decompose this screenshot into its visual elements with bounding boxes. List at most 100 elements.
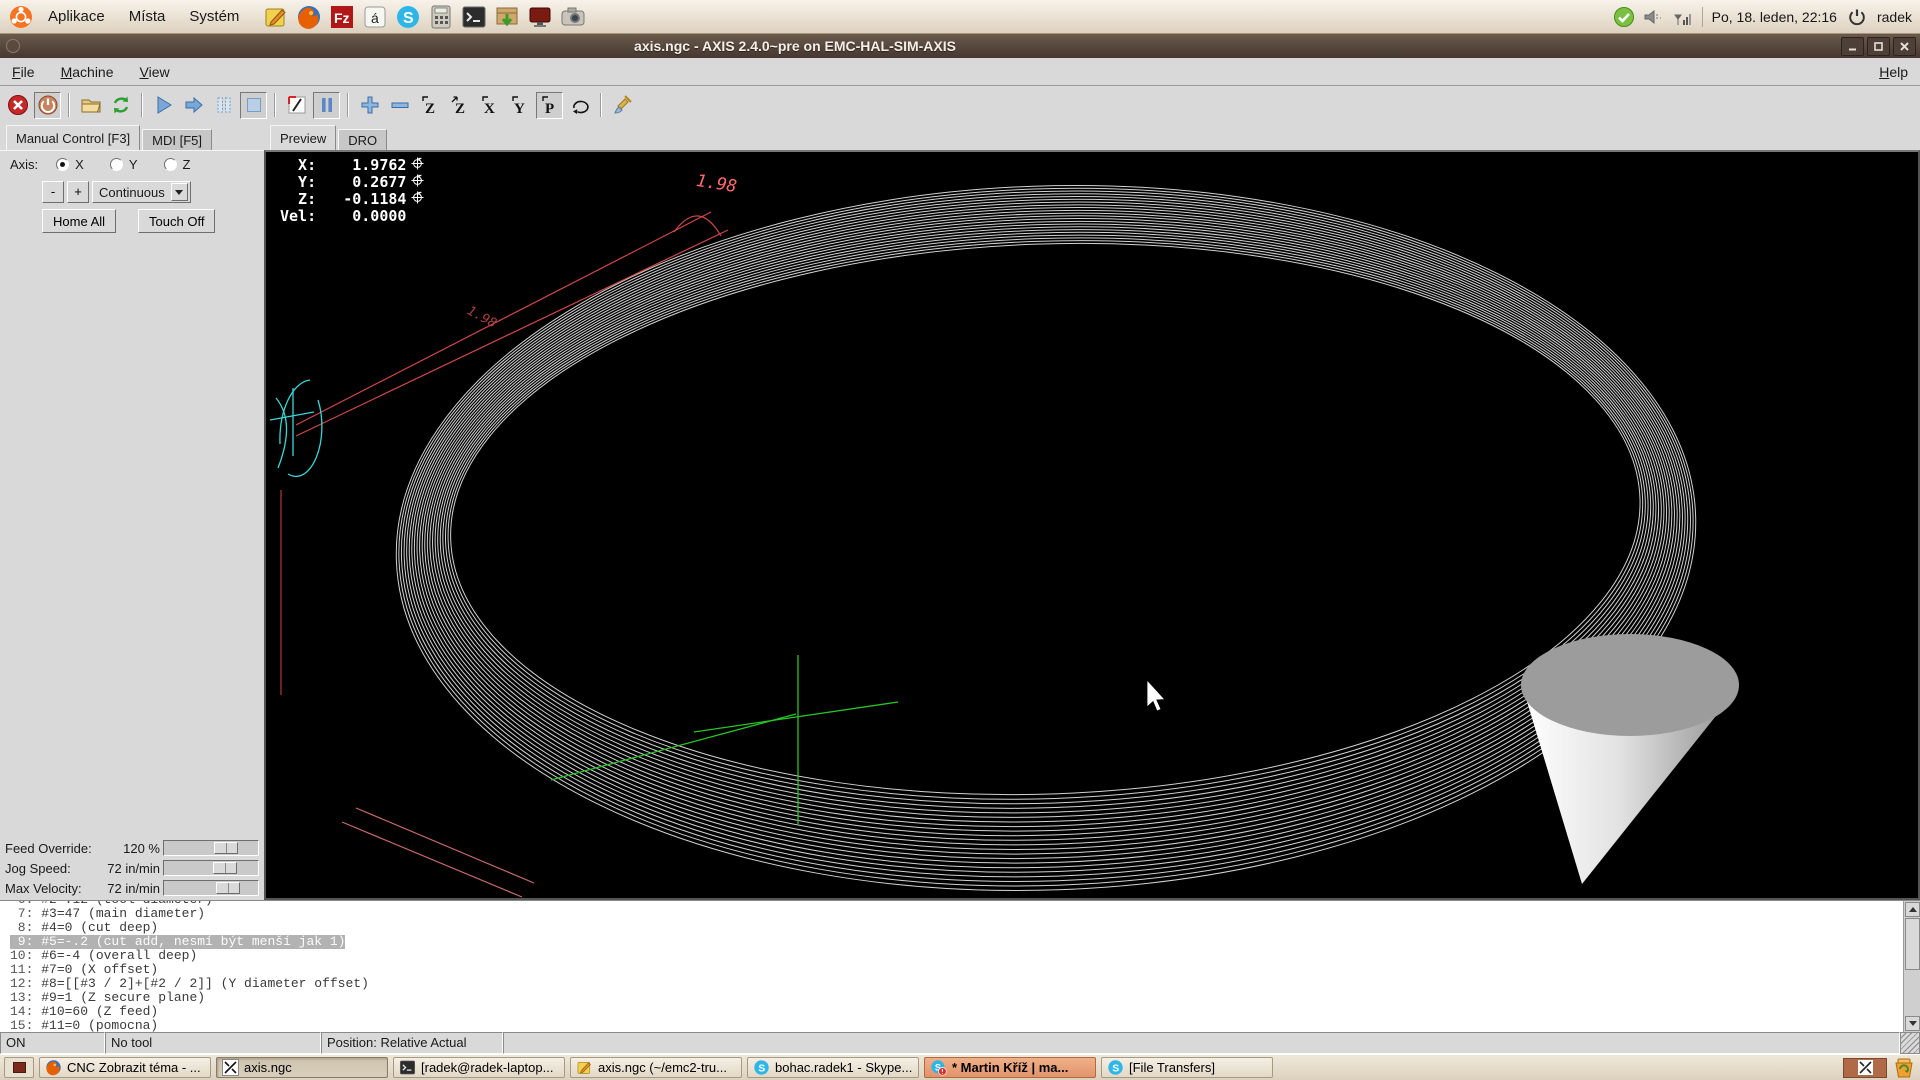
jog-plus-button[interactable]: + — [67, 181, 89, 203]
reload-file-button[interactable] — [107, 92, 134, 119]
machine-power-button[interactable] — [34, 92, 61, 119]
gcode-line[interactable]: 11: #7=0 (X offset) — [10, 963, 158, 977]
maximize-button[interactable] — [1867, 37, 1890, 56]
menu-machine[interactable]: Machine — [61, 64, 114, 80]
gcode-scrollbar[interactable] — [1903, 901, 1920, 1032]
show-desktop-button[interactable] — [4, 1057, 34, 1078]
override-sliders: Feed Override:120 %Jog Speed:72 in/minMa… — [0, 838, 264, 898]
titlebar[interactable]: axis.ngc - AXIS 2.4.0~pre on EMC-HAL-SIM… — [0, 34, 1920, 58]
slider-trough[interactable] — [163, 860, 259, 876]
zoom-out-button[interactable] — [386, 92, 413, 119]
skip-lines-toggle[interactable] — [283, 92, 310, 119]
workspace-switcher[interactable] — [1843, 1058, 1887, 1078]
tab-manual-control-f3[interactable]: Manual Control [F3] — [6, 125, 140, 150]
charmap-icon[interactable]: á — [362, 4, 388, 30]
gnome-menu-places[interactable]: Místa — [119, 4, 176, 29]
update-ok-icon[interactable] — [1613, 6, 1635, 28]
gcode-line[interactable]: 7: #3=47 (main diameter) — [10, 907, 205, 921]
gnome-menu-applications[interactable]: Aplikace — [38, 4, 115, 29]
screenshot-camera-icon[interactable] — [560, 4, 586, 30]
jog-mode-dropdown[interactable]: Continuous — [92, 181, 191, 203]
display-settings-icon[interactable] — [527, 4, 553, 30]
gcode-line[interactable]: 9: #5=-.2 (cut add, nesmí být menší jak … — [10, 935, 345, 949]
side-view-button[interactable]: X — [476, 92, 503, 119]
task-martin-k-ma[interactable]: S* Martin Kříž | ma... — [924, 1057, 1096, 1078]
scrollbar-thumb[interactable] — [1905, 918, 1920, 970]
home-all-button[interactable]: Home All — [42, 209, 116, 233]
slider-trough[interactable] — [163, 880, 259, 896]
slider-handle[interactable] — [216, 882, 240, 894]
pause-program-button[interactable] — [210, 92, 237, 119]
axis-radio-y[interactable]: Y — [110, 157, 138, 172]
stop-program-button[interactable] — [240, 92, 267, 119]
menu-view[interactable]: View — [140, 64, 170, 80]
gedit-icon[interactable] — [263, 4, 289, 30]
network-signal-icon[interactable] — [1671, 6, 1693, 28]
task-bohac-radek1-skype[interactable]: Sbohac.radek1 - Skype... — [747, 1057, 919, 1078]
slider-trough[interactable] — [163, 840, 259, 856]
ubuntu-logo-icon[interactable] — [8, 4, 34, 30]
gcode-line[interactable]: 14: #10=60 (Z feed) — [10, 1005, 158, 1019]
origin-marker — [270, 380, 322, 476]
package-installer-icon[interactable] — [494, 4, 520, 30]
rotated-top-view-button[interactable]: Z — [446, 92, 473, 119]
quit-power-icon[interactable] — [1846, 6, 1868, 28]
menu-help[interactable]: Help — [1879, 64, 1908, 80]
terminal-icon[interactable] — [461, 4, 487, 30]
minimize-button[interactable] — [1841, 37, 1864, 56]
tab-mdi-f5[interactable]: MDI [F5] — [142, 129, 212, 150]
axis-radio-x[interactable]: X — [56, 157, 84, 172]
user-menu[interactable]: radek — [1877, 9, 1912, 25]
top-view-button[interactable]: Z — [416, 92, 443, 119]
gcode-line[interactable]: 13: #9=1 (Z secure plane) — [10, 991, 205, 1005]
gnome-menu-system[interactable]: Systém — [179, 4, 249, 29]
volume-muted-icon[interactable] — [1642, 6, 1664, 28]
filezilla-icon[interactable]: Fz — [329, 4, 355, 30]
svg-text:Z: Z — [455, 101, 465, 116]
clock[interactable]: Po, 18. leden, 22:16 — [1712, 9, 1837, 25]
jog-mode-value: Continuous — [99, 185, 165, 200]
gcode-line[interactable]: 12: #8=[[#3 / 2]+[#2 / 2]] (Y diameter o… — [10, 977, 369, 991]
open-file-button[interactable] — [77, 92, 104, 119]
task-axis-ngc[interactable]: axis.ngc — [216, 1057, 388, 1078]
preview-canvas[interactable]: X: 1.9762 Y: 0.2677 Z: -0.1184Vel: 0.000… — [264, 150, 1920, 900]
tool-cone — [1521, 634, 1739, 884]
skype-icon[interactable]: S — [395, 4, 421, 30]
optional-pause-toggle[interactable] — [313, 92, 340, 119]
gcode-line[interactable]: 8: #4=0 (cut deep) — [10, 921, 158, 935]
run-step-button[interactable] — [180, 92, 207, 119]
task-label: CNC Zobrazit téma - ... — [67, 1060, 201, 1075]
jog-minus-button[interactable]: - — [42, 181, 64, 203]
task-radek-radek-laptop[interactable]: [radek@radek-laptop... — [393, 1057, 565, 1078]
gcode-line[interactable]: 10: #6=-4 (overall deep) — [10, 949, 197, 963]
run-program-button[interactable] — [150, 92, 177, 119]
preview-tabs: PreviewDRO — [264, 124, 1920, 150]
task-label: axis.ngc (~/emc2-tru... — [598, 1060, 727, 1075]
menu-file[interactable]: File — [12, 64, 35, 80]
axis-radio-z[interactable]: Z — [164, 157, 191, 172]
gcode-listing[interactable]: 6: #2=.12 (tool diameter) 7: #3=47 (main… — [0, 900, 1920, 1032]
tab-preview[interactable]: Preview — [270, 125, 336, 150]
trash-icon[interactable] — [1892, 1057, 1916, 1079]
task-axis-ngc-emc2-tru[interactable]: axis.ngc (~/emc2-tru... — [570, 1057, 742, 1078]
zoom-in-button[interactable] — [356, 92, 383, 119]
slider-handle[interactable] — [214, 842, 238, 854]
slider-handle[interactable] — [213, 862, 237, 874]
front-view-button[interactable]: Y — [506, 92, 533, 119]
rotate-view-button[interactable] — [566, 92, 593, 119]
scroll-up-arrow[interactable] — [1905, 902, 1920, 917]
task-file-transfers[interactable]: S[File Transfers] — [1101, 1057, 1273, 1078]
perspective-view-button[interactable]: P — [536, 92, 563, 119]
resize-grip[interactable] — [1900, 1032, 1920, 1054]
tab-dro[interactable]: DRO — [338, 129, 387, 150]
clear-plot-button[interactable] — [609, 92, 636, 119]
task-cnc-zobrazit-t-ma[interactable]: CNC Zobrazit téma - ... — [39, 1057, 211, 1078]
gcode-line[interactable]: 15: #11=0 (pomocna) — [10, 1019, 158, 1032]
close-button[interactable] — [1893, 37, 1916, 56]
scroll-down-arrow[interactable] — [1905, 1016, 1920, 1031]
touch-off-button[interactable]: Touch Off — [138, 209, 215, 233]
calculator-icon[interactable] — [428, 4, 454, 30]
estop-button[interactable] — [4, 92, 31, 119]
firefox-icon[interactable] — [296, 4, 322, 30]
svg-text:S: S — [758, 1063, 765, 1074]
